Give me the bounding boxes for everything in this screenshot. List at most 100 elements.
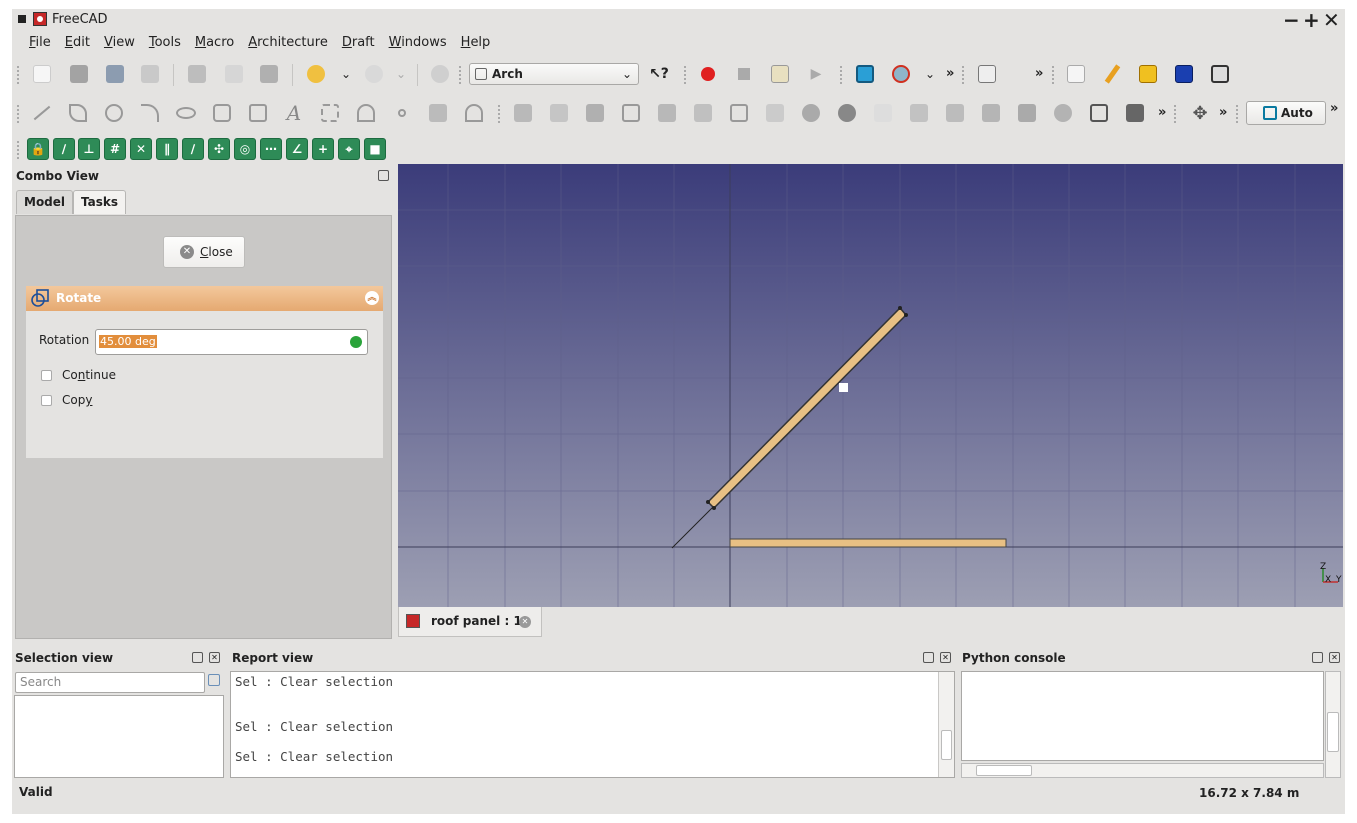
- circle-icon[interactable]: [102, 101, 126, 125]
- wall-icon[interactable]: [511, 101, 535, 125]
- rotate-panel-header[interactable]: Rotate ︽: [26, 286, 383, 311]
- save-document-icon[interactable]: [103, 62, 127, 86]
- site-icon[interactable]: [835, 101, 859, 125]
- redo-dropdown-icon[interactable]: ⌄: [389, 62, 413, 86]
- equipment-icon[interactable]: [799, 101, 823, 125]
- python-hscrollbar[interactable]: [961, 763, 1324, 778]
- wire-icon[interactable]: [66, 101, 90, 125]
- collapse-icon[interactable]: ︽: [365, 291, 379, 305]
- selection-list[interactable]: [14, 695, 224, 778]
- tab-model[interactable]: Model: [16, 190, 74, 214]
- minimize-button[interactable]: −: [1283, 9, 1300, 31]
- toolbar-grip[interactable]: [498, 105, 502, 123]
- document-tab[interactable]: roof panel : 1* ✕: [398, 607, 542, 637]
- dimension-icon[interactable]: [318, 101, 342, 125]
- refresh-icon[interactable]: [428, 62, 452, 86]
- close-icon[interactable]: ✕: [1329, 652, 1340, 663]
- toolbar-overflow-icon[interactable]: »: [946, 66, 954, 81]
- undock-icon[interactable]: [192, 652, 203, 663]
- toolbar-overflow-icon[interactable]: »: [1158, 105, 1166, 120]
- menu-macro[interactable]: Macro: [188, 34, 241, 54]
- continue-checkbox[interactable]: Continue: [41, 368, 116, 382]
- paste-icon[interactable]: [257, 62, 281, 86]
- toolbar-grip[interactable]: [840, 66, 844, 84]
- close-tab-icon[interactable]: ✕: [519, 616, 531, 628]
- window-menu-icon[interactable]: [18, 15, 26, 23]
- toolbar-grip[interactable]: [962, 66, 966, 84]
- record-macro-icon[interactable]: [696, 62, 720, 86]
- undock-icon[interactable]: [923, 652, 934, 663]
- arc-icon[interactable]: [138, 101, 162, 125]
- copy-checkbox[interactable]: Copy: [41, 393, 92, 407]
- menu-draft[interactable]: Draft: [335, 34, 382, 54]
- maximize-button[interactable]: +: [1303, 9, 1320, 31]
- toolbar-grip[interactable]: [459, 66, 463, 84]
- edit-macro-icon[interactable]: [768, 62, 792, 86]
- whats-this-icon[interactable]: ↖?: [647, 62, 671, 86]
- toolbar-overflow-icon[interactable]: »: [1219, 105, 1227, 120]
- open-document-icon[interactable]: [67, 62, 91, 86]
- close-task-button[interactable]: ✕ Close: [163, 236, 245, 268]
- snap-auto-button[interactable]: Auto: [1246, 101, 1326, 125]
- undo-icon[interactable]: [304, 62, 328, 86]
- python-console-input[interactable]: [961, 671, 1324, 761]
- redo-icon[interactable]: [362, 62, 386, 86]
- clear-search-icon[interactable]: [208, 674, 220, 686]
- run-macro-icon[interactable]: ▶: [804, 62, 828, 86]
- undock-icon[interactable]: [378, 170, 389, 181]
- snap-perpendicular-icon[interactable]: ⊥: [78, 138, 100, 160]
- report-scrollbar[interactable]: [938, 672, 954, 777]
- fit-all-icon[interactable]: [853, 62, 877, 86]
- rotation-center-marker[interactable]: [839, 383, 848, 392]
- axis-icon[interactable]: [1051, 101, 1075, 125]
- toolbar-grip[interactable]: [684, 66, 688, 84]
- draw-style-dropdown-icon[interactable]: ⌄: [918, 62, 942, 86]
- rebar-icon[interactable]: [583, 101, 607, 125]
- snap-dimensions-icon[interactable]: ⌖: [338, 138, 360, 160]
- toolbar-overflow-icon[interactable]: »: [1330, 101, 1338, 116]
- menu-help[interactable]: Help: [454, 34, 498, 54]
- cut-icon[interactable]: [185, 62, 209, 86]
- toolbar-grip[interactable]: [17, 141, 21, 159]
- snap-ortho-icon[interactable]: +: [312, 138, 334, 160]
- frame-icon[interactable]: [979, 101, 1003, 125]
- toolbar-overflow-icon[interactable]: »: [1035, 66, 1043, 81]
- 3d-scene[interactable]: Z X Y: [398, 164, 1343, 607]
- stairs-icon[interactable]: [907, 101, 931, 125]
- menu-edit[interactable]: Edit: [58, 34, 97, 54]
- snap-midpoint-icon[interactable]: ∕: [182, 138, 204, 160]
- rectangle-icon[interactable]: [246, 101, 270, 125]
- snap-parallel-icon[interactable]: ∥: [156, 138, 178, 160]
- menu-file[interactable]: File: [22, 34, 58, 54]
- snap-special-icon[interactable]: ✣: [208, 138, 230, 160]
- snap-endpoint-icon[interactable]: ∕: [53, 138, 75, 160]
- rotation-input[interactable]: 45.00 deg: [95, 329, 368, 355]
- snap-grid-icon[interactable]: #: [104, 138, 126, 160]
- snap-workingplane-icon[interactable]: ■: [364, 138, 386, 160]
- building-icon[interactable]: [655, 101, 679, 125]
- text-icon[interactable]: A: [282, 101, 306, 125]
- point-icon[interactable]: [390, 101, 414, 125]
- workbench-start-icon[interactable]: [1064, 62, 1088, 86]
- workbench-selector[interactable]: Arch ⌄: [469, 63, 639, 85]
- snap-intersection-icon[interactable]: ✕: [130, 138, 152, 160]
- close-icon[interactable]: ✕: [940, 652, 951, 663]
- draw-style-icon[interactable]: [889, 62, 913, 86]
- schedule-icon[interactable]: [1087, 101, 1111, 125]
- toolbar-grip[interactable]: [1236, 105, 1240, 123]
- close-window-button[interactable]: ✕: [1323, 9, 1340, 31]
- 3d-viewport[interactable]: Z X Y: [398, 164, 1343, 607]
- ellipse-icon[interactable]: [174, 101, 198, 125]
- tab-tasks[interactable]: Tasks: [73, 190, 127, 214]
- snap-near-icon[interactable]: ∠: [286, 138, 308, 160]
- window-icon[interactable]: [727, 101, 751, 125]
- undo-dropdown-icon[interactable]: ⌄: [334, 62, 358, 86]
- python-vscrollbar[interactable]: [1325, 671, 1341, 778]
- toolbar-grip[interactable]: [17, 105, 21, 123]
- polygon-icon[interactable]: [210, 101, 234, 125]
- close-icon[interactable]: ✕: [209, 652, 220, 663]
- std-view-icon[interactable]: [975, 62, 999, 86]
- menu-architecture[interactable]: Architecture: [241, 34, 335, 54]
- toolbar-grip[interactable]: [1052, 66, 1056, 84]
- arch-window-icon[interactable]: [1208, 62, 1232, 86]
